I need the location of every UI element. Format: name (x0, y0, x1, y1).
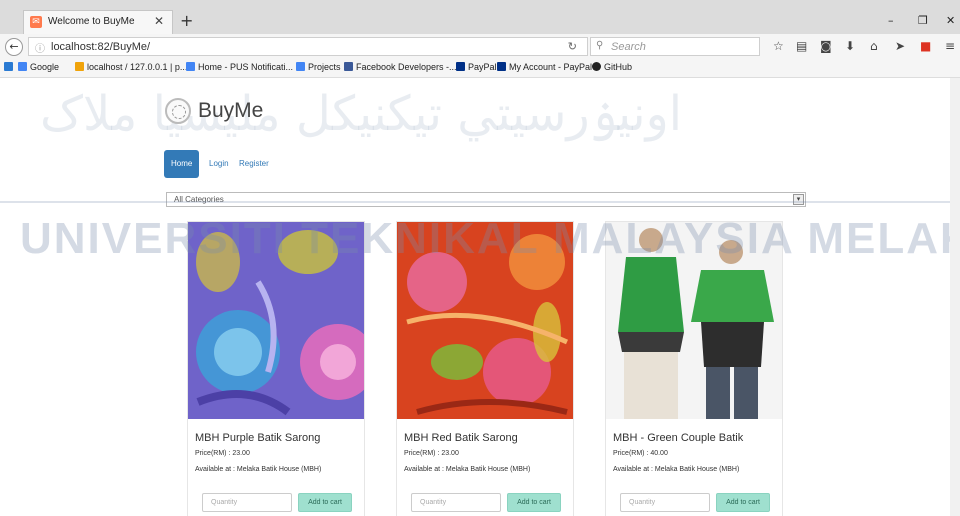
tab-close-icon[interactable]: ✕ (154, 14, 164, 28)
product-name[interactable]: MBH - Green Couple Batik (613, 432, 743, 444)
product-store: Available at : Melaka Batik House (MBH) (404, 466, 531, 473)
product-card: MBH Red Batik Sarong Price(RM) : 23.00 A… (396, 221, 574, 516)
bookmark-star-icon[interactable]: ☆ (773, 39, 784, 53)
extension-icon[interactable]: ■ (920, 39, 931, 53)
bookmark-paypal[interactable]: PayPal (456, 62, 497, 72)
add-to-cart-button[interactable]: Add to cart (507, 493, 561, 512)
search-bar[interactable]: ⚲ Search (590, 37, 760, 56)
url-text: localhost:82/BuyMe/ (51, 41, 151, 53)
google-icon (296, 62, 305, 71)
quantity-input[interactable]: Quantity (411, 493, 501, 512)
quantity-placeholder: Quantity (420, 499, 447, 506)
brand-name[interactable]: BuyMe (198, 99, 263, 123)
bookmark-github[interactable]: GitHub (592, 62, 632, 72)
brand-logo[interactable] (165, 98, 191, 124)
home-icon[interactable]: ⌂ (870, 39, 878, 53)
product-price: Price(RM) : 23.00 (404, 450, 459, 457)
pocket-icon[interactable]: ◙ (820, 39, 832, 53)
reading-list-icon[interactable]: ▤ (796, 39, 807, 53)
bookmarks-bar: Google localhost / 127.0.0.1 | p... Home… (0, 59, 960, 78)
quantity-placeholder: Quantity (211, 499, 238, 506)
bookmarks-menu[interactable] (4, 62, 16, 72)
quantity-input[interactable]: Quantity (202, 493, 292, 512)
add-to-cart-button[interactable]: Add to cart (298, 493, 352, 512)
nav-login[interactable]: Login (202, 150, 236, 178)
github-icon (592, 62, 601, 71)
product-price: Price(RM) : 23.00 (195, 450, 250, 457)
product-store: Available at : Melaka Batik House (MBH) (195, 466, 322, 473)
quantity-input[interactable]: Quantity (620, 493, 710, 512)
send-icon[interactable]: ➤ (895, 39, 905, 53)
product-card: MBH Purple Batik Sarong Price(RM) : 23.0… (187, 221, 365, 516)
phpmyadmin-icon (75, 62, 84, 71)
bookmark-paypal-account[interactable]: My Account - PayPal (497, 62, 592, 72)
product-image[interactable] (188, 222, 364, 419)
bookmarks-icon (4, 62, 13, 71)
search-placeholder: Search (611, 41, 646, 53)
browser-tab-bar: ✉ Welcome to BuyMe ✕ + – ❐ ✕ (0, 0, 960, 34)
menu-icon[interactable]: ≡ (945, 39, 955, 53)
product-card: MBH - Green Couple Batik Price(RM) : 40.… (605, 221, 783, 516)
category-select[interactable]: All Categories ▾ (166, 192, 806, 207)
bookmark-google[interactable]: Google (18, 62, 59, 72)
product-price: Price(RM) : 40.00 (613, 450, 668, 457)
back-button[interactable]: ← (5, 38, 23, 56)
new-tab-button[interactable]: + (180, 11, 193, 30)
browser-tab[interactable]: ✉ Welcome to BuyMe ✕ (23, 10, 173, 34)
purple-batik-image (188, 222, 364, 419)
nav-register[interactable]: Register (232, 150, 276, 178)
bookmark-localhost[interactable]: localhost / 127.0.0.1 | p... (75, 62, 187, 72)
facebook-icon (344, 62, 353, 71)
info-icon[interactable]: ⓘ (35, 40, 45, 55)
product-image[interactable] (397, 222, 573, 419)
add-to-cart-button[interactable]: Add to cart (716, 493, 770, 512)
paypal-icon (497, 62, 506, 71)
bookmark-facebook[interactable]: Facebook Developers -... (344, 62, 457, 72)
green-couple-batik-image (606, 222, 782, 419)
product-name[interactable]: MBH Red Batik Sarong (404, 432, 518, 444)
minimize-button[interactable]: – (888, 14, 894, 27)
red-batik-image (397, 222, 573, 419)
reload-icon[interactable]: ↻ (568, 40, 577, 53)
product-name[interactable]: MBH Purple Batik Sarong (195, 432, 320, 444)
product-store: Available at : Melaka Batik House (MBH) (613, 466, 740, 473)
bookmark-pus[interactable]: Home - PUS Notificati... (186, 62, 293, 72)
close-window-button[interactable]: ✕ (946, 14, 955, 27)
search-icon: ⚲ (596, 40, 604, 51)
browser-navigation-bar: ← ⓘ localhost:82/BuyMe/ ↻ ⚲ Search ☆ ▤ ◙… (0, 34, 960, 60)
google-icon (186, 62, 195, 71)
nav-home[interactable]: Home (164, 150, 200, 178)
url-bar[interactable]: ⓘ localhost:82/BuyMe/ ↻ (28, 37, 588, 56)
product-image[interactable] (606, 222, 782, 419)
chevron-down-icon: ▾ (793, 194, 804, 205)
page-content: اونيۏرسيتي تيکنيکل مليسيا ملاک BuyMe Hom… (0, 78, 960, 516)
tab-title: Welcome to BuyMe (48, 16, 135, 27)
watermark-line (0, 201, 960, 203)
paypal-icon (456, 62, 465, 71)
download-icon[interactable]: ⬇ (845, 39, 855, 53)
site-favicon-icon: ✉ (30, 16, 42, 28)
google-icon (18, 62, 27, 71)
bookmark-projects[interactable]: Projects (296, 62, 341, 72)
scrollbar[interactable] (950, 78, 960, 516)
quantity-placeholder: Quantity (629, 499, 656, 506)
maximize-button[interactable]: ❐ (918, 14, 928, 27)
